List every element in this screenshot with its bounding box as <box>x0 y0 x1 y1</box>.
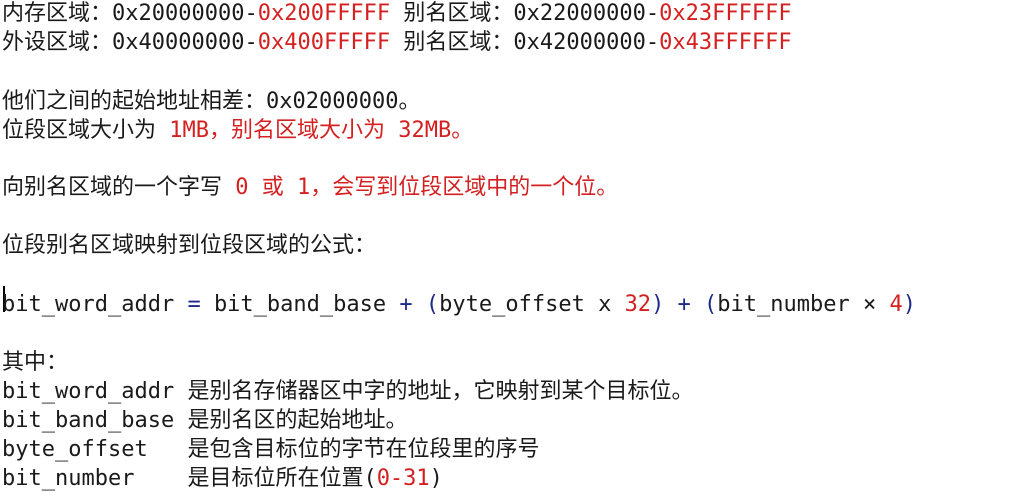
definition-desc: 是包含目标位的字节在位段里的序号 <box>187 437 540 462</box>
alias-region-end-1: 0x23FFFFFF <box>659 1 792 26</box>
write-behavior-prefix: 向别名区域的一个字写 <box>2 175 236 200</box>
formula-4: 4 <box>889 292 903 317</box>
formula-bit-word-addr: bit_word_addr <box>2 292 188 317</box>
address-offset-line: 他们之间的起始地址相差：0x02000000。 <box>2 89 421 114</box>
where-heading: 其中： <box>2 350 69 375</box>
formula-close-plus-open: ) + ( <box>651 292 718 317</box>
memory-region-start: 0x20000000- <box>112 1 258 26</box>
definition-row: bit_word_addr 是别名存储器区中字的地址，它映射到某个目标位。 <box>2 378 693 406</box>
formula-line: bit_word_addr = bit_band_base + (byte_of… <box>2 291 916 319</box>
definition-term: bit_number <box>2 466 188 491</box>
definition-row: bit_band_base 是别名区的起始地址。 <box>2 407 407 435</box>
alias-region-start-2: 0x42000000- <box>513 30 660 55</box>
formula-32: 32 <box>624 292 652 317</box>
definition-term: bit_word_addr <box>2 379 188 404</box>
memory-region-end: 0x200FFFFF <box>257 1 391 26</box>
alias-region-end-2: 0x43FFFFFF <box>659 30 792 55</box>
definition-row: bit_number 是目标位所在位置(0-31) <box>2 465 443 493</box>
alias-region-label-1: 别名区域： <box>390 1 514 26</box>
write-behavior-line: 向别名区域的一个字写 0 或 1，会写到位段区域中的一个位。 <box>2 174 618 202</box>
definition-desc: 是目标位所在位置( <box>187 466 377 491</box>
definition-term: byte_offset <box>2 437 188 462</box>
definition-desc: 是别名存储器区中字的地址，它映射到某个目标位。 <box>187 379 694 404</box>
peripheral-region-line: 外设区域：0x40000000-0x400FFFFF 别名区域：0x420000… <box>2 29 792 57</box>
formula-close: ) <box>902 292 916 317</box>
peripheral-region-end: 0x400FFFFF <box>257 30 391 55</box>
formula-bit-band-base: bit_band_base <box>213 292 400 317</box>
definition-range: 0-31 <box>376 466 430 491</box>
region-size-line: 位段区域大小为 1MB，别名区域大小为 32MB。 <box>2 117 473 145</box>
definition-desc: 是别名区的起始地址。 <box>187 408 408 433</box>
alias-region-start-1: 0x22000000- <box>513 1 660 26</box>
peripheral-region-label: 外设区域： <box>2 30 113 55</box>
definition-term: bit_band_base <box>2 408 188 433</box>
alias-region-label-2: 别名区域： <box>390 30 514 55</box>
formula-bit-number: bit_number × <box>717 292 890 317</box>
formula-byte-offset: byte_offset x <box>439 292 625 317</box>
formula-equals: = <box>187 292 214 317</box>
definition-row: byte_offset 是包含目标位的字节在位段里的序号 <box>2 436 539 464</box>
peripheral-region-start: 0x40000000- <box>112 30 258 55</box>
formula-heading: 位段别名区域映射到位段区域的公式： <box>2 233 377 258</box>
memory-region-label: 内存区域： <box>2 1 113 26</box>
formula-plus-open-1: + ( <box>399 292 440 317</box>
memory-region-line: 内存区域：0x20000000-0x200FFFFF 别名区域：0x220000… <box>2 0 792 28</box>
region-size-values: 1MB，别名区域大小为 32MB。 <box>169 118 474 143</box>
region-size-prefix: 位段区域大小为 <box>2 118 170 143</box>
write-behavior-rest: 0 或 1，会写到位段区域中的一个位。 <box>235 175 619 200</box>
definition-close: ) <box>429 466 443 491</box>
